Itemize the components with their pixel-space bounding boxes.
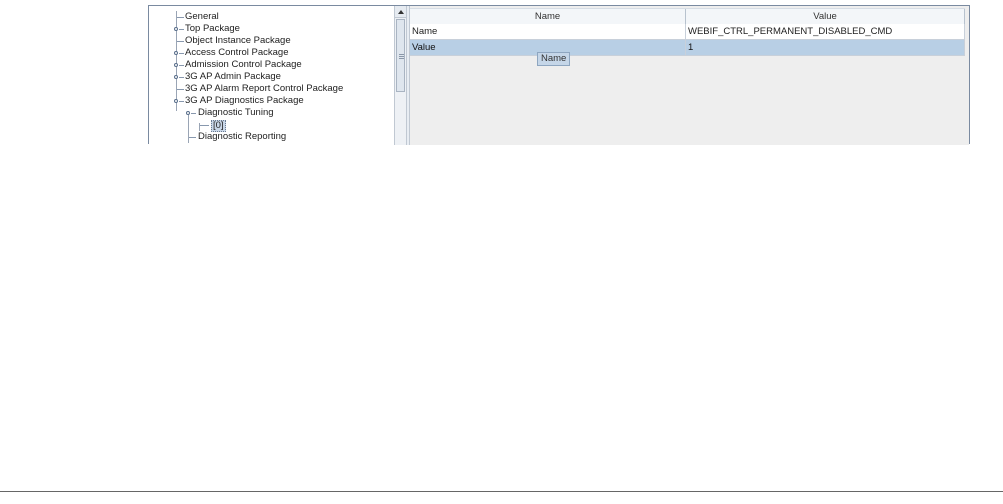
tree-item-label: 3G AP Diagnostics Package	[185, 95, 304, 106]
column-header-value[interactable]: Value	[686, 9, 965, 24]
expand-handle-icon[interactable]	[174, 51, 178, 55]
tree-item-label: Object Instance Package	[185, 35, 291, 46]
table-cell-value[interactable]: 1	[686, 40, 965, 56]
table-row[interactable]: Name WEBIF_CTRL_PERMANENT_DISABLED_CMD	[410, 24, 965, 40]
properties-table-pane: Name Value Name WEBIF_CTRL_PERMANENT_DIS…	[410, 6, 969, 145]
expand-handle-icon[interactable]	[174, 27, 178, 31]
tree-item-label: Access Control Package	[185, 47, 289, 58]
expand-handle-icon[interactable]	[174, 75, 178, 79]
scroll-thumb[interactable]	[396, 19, 405, 92]
bottom-divider	[0, 491, 1003, 492]
tree-item-label: 3G AP Alarm Report Control Package	[185, 83, 344, 94]
expand-handle-icon[interactable]	[174, 63, 178, 67]
table-cell-value[interactable]: WEBIF_CTRL_PERMANENT_DISABLED_CMD	[686, 24, 965, 40]
tree-item-3g-ap-diagnostics-package[interactable]: 3G AP Diagnostics Package	[149, 95, 389, 107]
tree-item-diagnostic-reporting[interactable]: Diagnostic Reporting	[149, 131, 389, 143]
tree-item-diagnostic-tuning[interactable]: Diagnostic Tuning	[149, 107, 389, 119]
scroll-up-button[interactable]	[395, 6, 406, 18]
tree-item-3g-ap-admin-package[interactable]: 3G AP Admin Package	[149, 71, 389, 83]
tree-item-access-control-package[interactable]: Access Control Package	[149, 47, 389, 59]
table-row[interactable]: Value 1	[410, 40, 965, 56]
tree-item-label: General	[185, 11, 219, 22]
tree-item-label: Diagnostic Reporting	[198, 131, 287, 142]
main-window: General Top Package Object Instance Pack…	[148, 5, 970, 145]
tree-item-label: Diagnostic Tuning	[198, 107, 274, 118]
collapse-handle-icon[interactable]	[174, 99, 178, 103]
tree-item-instance-0[interactable]: [0]	[149, 119, 389, 132]
tree-pane: General Top Package Object Instance Pack…	[149, 6, 407, 145]
tree-item-label: Admission Control Package	[185, 59, 302, 70]
tree-item-admission-control-package[interactable]: Admission Control Package	[149, 59, 389, 71]
tree-item-label: Top Package	[185, 23, 240, 34]
tree-item-3g-ap-alarm-report-control-package[interactable]: 3G AP Alarm Report Control Package	[149, 83, 389, 95]
table-header: Name Value	[410, 8, 965, 25]
tree-item-top-package[interactable]: Top Package	[149, 23, 389, 35]
column-header-name[interactable]: Name	[410, 9, 686, 24]
collapse-handle-icon[interactable]	[186, 111, 190, 115]
arrow-up-icon	[398, 10, 404, 14]
tree-item-label: 3G AP Admin Package	[185, 71, 281, 82]
tree-scrollbar[interactable]	[394, 6, 406, 145]
table-cell-name[interactable]: Name	[410, 24, 686, 40]
tree-item-general[interactable]: General	[149, 11, 389, 23]
tooltip: Name	[537, 52, 571, 66]
tree-item-object-instance-package[interactable]: Object Instance Package	[149, 35, 389, 47]
